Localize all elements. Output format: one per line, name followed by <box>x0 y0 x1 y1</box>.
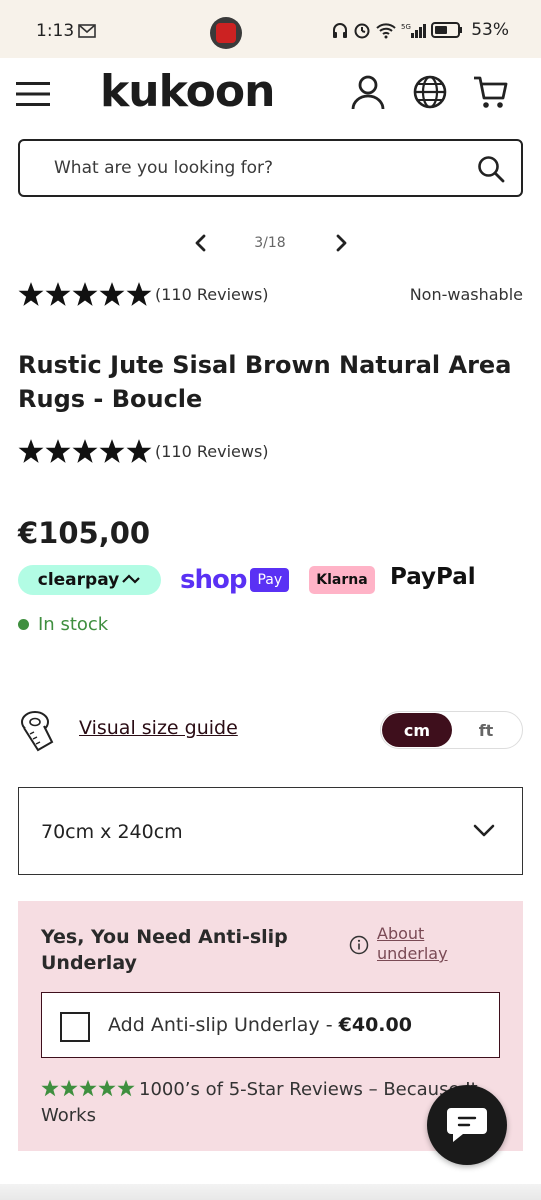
cart-icon[interactable] <box>472 74 508 110</box>
status-icons: 5G 53% <box>331 20 509 40</box>
visual-size-guide-link[interactable]: Visual size guide <box>79 717 238 739</box>
stock-status: In stock <box>18 614 108 635</box>
rating-title[interactable]: (110 Reviews) <box>18 438 269 464</box>
star-icon <box>98 1079 116 1097</box>
gallery-pager: 3/18 <box>0 225 541 261</box>
chat-button[interactable] <box>427 1085 507 1165</box>
clearpay-badge: clearpay <box>18 565 161 595</box>
star-icon <box>126 439 152 463</box>
gallery-counter: 3/18 <box>254 235 286 251</box>
underlay-option-text: Add Anti-slip Underlay - €40.00 <box>108 1014 412 1036</box>
clearpay-arrows-icon <box>122 574 141 584</box>
star-icon <box>18 439 44 463</box>
search-bar <box>18 139 523 197</box>
star-icon <box>72 282 98 306</box>
size-select[interactable]: 70cm x 240cm <box>18 787 523 875</box>
wifi-icon <box>376 23 396 39</box>
chevron-left-icon[interactable] <box>190 231 212 255</box>
chevron-down-icon <box>473 824 495 837</box>
product-price: €105,00 <box>18 516 151 550</box>
chevron-right-icon[interactable] <box>330 231 352 255</box>
mail-icon <box>78 24 96 38</box>
unit-cm-option[interactable]: cm <box>382 713 452 747</box>
status-time: 1:13 <box>36 21 75 41</box>
star-icon <box>79 1079 97 1097</box>
app-icon <box>210 17 242 49</box>
star-icon <box>117 1079 135 1097</box>
underlay-option[interactable]: Add Anti-slip Underlay - €40.00 <box>41 992 500 1058</box>
chat-icon <box>447 1108 487 1142</box>
washable-label: Non-washable <box>409 285 523 304</box>
underlay-option-label: Add Anti-slip Underlay - <box>108 1014 339 1036</box>
klarna-badge: Klarna <box>309 566 375 594</box>
site-header: kukoon <box>0 58 541 136</box>
globe-icon[interactable] <box>412 74 448 110</box>
underlay-title: Yes, You Need Anti-slip Underlay <box>41 926 288 974</box>
star-icon <box>99 282 125 306</box>
headphones-icon <box>333 23 348 38</box>
star-rating <box>18 438 152 464</box>
search-input[interactable] <box>54 155 454 181</box>
rating-top[interactable]: (110 Reviews) <box>18 281 269 307</box>
payment-methods: clearpay shop Pay Klarna PayPal <box>18 563 528 597</box>
shop-pay-badge: shop Pay <box>180 563 290 597</box>
battery-percent: 53% <box>471 20 509 40</box>
star-icon <box>45 439 71 463</box>
star-icon <box>126 282 152 306</box>
about-underlay-link[interactable]: About underlay <box>377 924 477 964</box>
underlay-option-price: €40.00 <box>338 1014 412 1036</box>
tape-measure-icon <box>21 711 54 752</box>
alarm-icon <box>354 23 370 39</box>
stock-dot-icon <box>18 619 29 630</box>
reviews-count[interactable]: (110 Reviews) <box>155 285 269 304</box>
star-icon <box>72 439 98 463</box>
green-star-rating <box>41 1079 135 1097</box>
bottom-edge <box>0 1184 541 1200</box>
paypal-badge: PayPal <box>390 564 476 590</box>
svg-text:5G: 5G <box>401 23 411 31</box>
battery-icon <box>431 22 463 38</box>
shop-pay-box: Pay <box>250 568 290 592</box>
product-title: Rustic Jute Sisal Brown Natural Area Rug… <box>18 351 512 413</box>
star-icon <box>60 1079 78 1097</box>
size-selected-value: 70cm x 240cm <box>41 821 183 843</box>
star-rating <box>18 281 152 307</box>
status-bar: 1:13 5G 53% <box>0 0 541 58</box>
star-icon <box>18 282 44 306</box>
5g-signal-icon: 5G <box>401 23 427 38</box>
star-icon <box>41 1079 59 1097</box>
reviews-count[interactable]: (110 Reviews) <box>155 442 269 461</box>
stock-label: In stock <box>38 614 109 635</box>
clearpay-label: clearpay <box>37 570 120 590</box>
star-icon <box>99 439 125 463</box>
info-icon[interactable] <box>349 935 369 955</box>
account-icon[interactable] <box>350 74 386 110</box>
menu-icon[interactable] <box>16 80 50 108</box>
site-logo[interactable]: kukoon <box>100 66 275 117</box>
star-icon <box>45 282 71 306</box>
size-guide-row: Visual size guide cm ft <box>18 706 523 752</box>
unit-ft-option[interactable]: ft <box>456 713 516 747</box>
search-icon[interactable] <box>477 155 505 183</box>
unit-toggle: cm ft <box>380 711 523 749</box>
shop-pay-word: shop <box>180 565 247 595</box>
underlay-checkbox[interactable] <box>60 1012 90 1042</box>
